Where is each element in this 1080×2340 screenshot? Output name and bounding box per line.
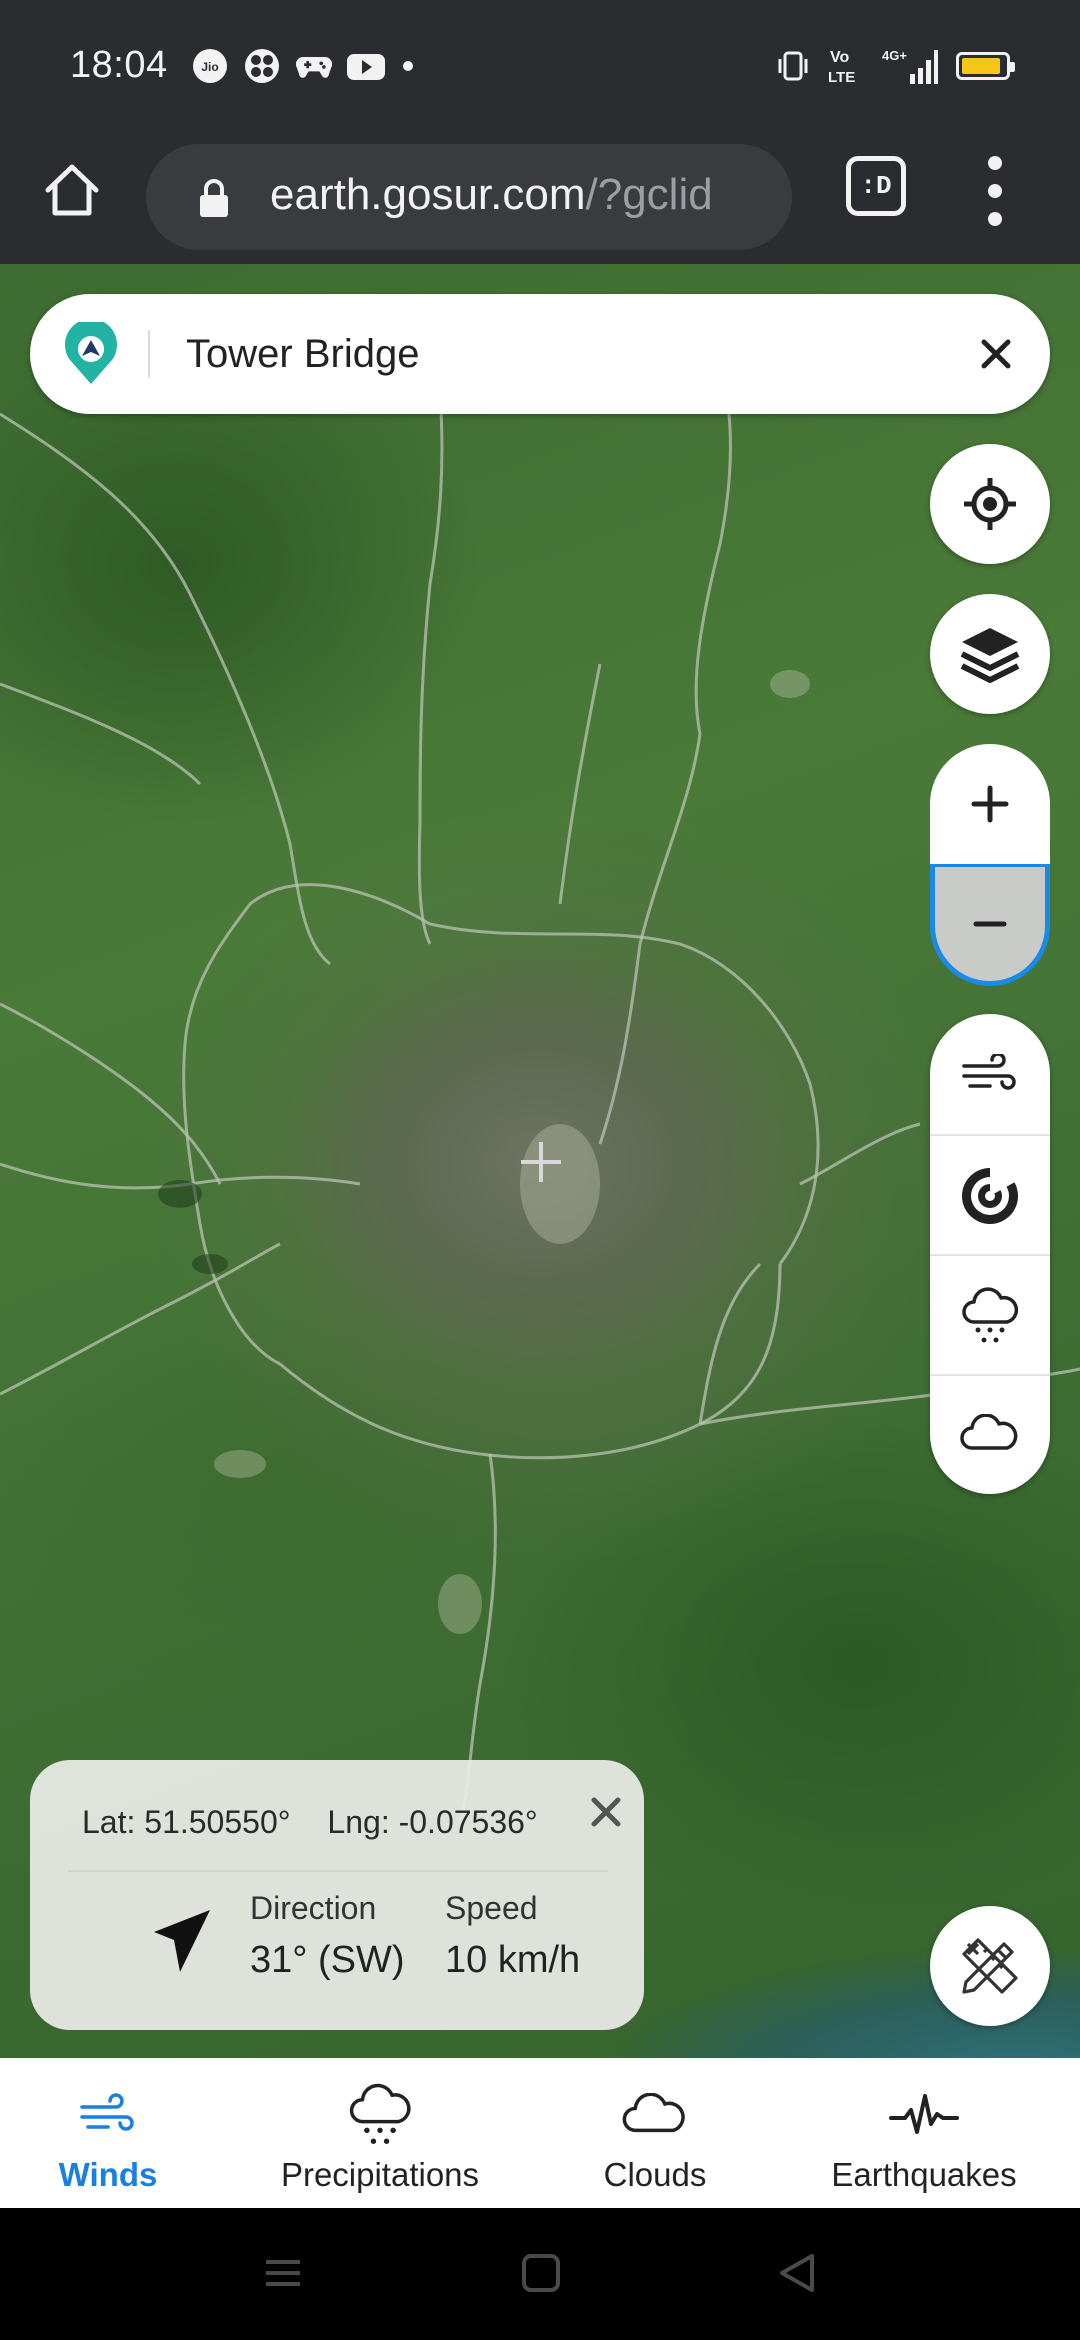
- longitude-text: Lng: -0.07536°: [327, 1804, 538, 1840]
- pencil-ruler-icon: [962, 1938, 1018, 1994]
- latitude-text: Lat: 51.50550°: [82, 1804, 291, 1840]
- cloud-icon: [960, 1414, 1018, 1450]
- radar-icon: [962, 1164, 1022, 1224]
- winds-layer-toggle[interactable]: [930, 1014, 1050, 1134]
- jio-icon: Jio: [193, 49, 227, 83]
- close-card-icon[interactable]: [586, 1792, 626, 1832]
- layers-button[interactable]: [930, 594, 1050, 714]
- wind-direction-arrow-icon: [154, 1910, 210, 1972]
- draw-tool-button[interactable]: [930, 1906, 1050, 2026]
- search-input[interactable]: [186, 324, 946, 384]
- dot-icon: [403, 61, 413, 71]
- bottom-navigation: Winds Precipitations Clouds Earthquakes: [0, 2058, 1080, 2208]
- seismograph-icon: [889, 2094, 959, 2134]
- status-time: 18:04: [70, 44, 168, 86]
- zoom-in-button[interactable]: [930, 744, 1050, 864]
- wind-icon: [80, 2093, 134, 2131]
- direction-label: Direction: [250, 1890, 377, 1926]
- nav-winds-label: Winds: [58, 2156, 158, 2193]
- system-navigation-bar: [0, 2208, 1080, 2340]
- location-search-bar: [30, 294, 1050, 414]
- signal-4g-icon: 4G+: [882, 48, 938, 84]
- clouds-layer-toggle[interactable]: [930, 1374, 1050, 1494]
- my-location-button[interactable]: [930, 444, 1050, 564]
- nav-earthquakes-label: Earthquakes: [831, 2156, 1017, 2193]
- nav-clouds-label: Clouds: [603, 2156, 707, 2193]
- clear-search-icon[interactable]: [972, 330, 1020, 378]
- url-text: earth.gosur.com/?gclid: [270, 170, 770, 220]
- vibrate-icon: [778, 51, 808, 81]
- speed-label: Speed: [445, 1890, 538, 1926]
- rain-cloud-icon: [962, 1287, 1019, 1343]
- svg-text:Jio: Jio: [201, 60, 218, 74]
- app-root: 18:04 Jio Vo LTE 4G+ earth.gosur.com/?gcl…: [0, 0, 1080, 2340]
- nav-winds[interactable]: Winds: [38, 2058, 178, 2208]
- url-path: /?gclid: [585, 170, 713, 219]
- home-square-icon[interactable]: [520, 2252, 562, 2294]
- status-indicators: Vo LTE 4G+: [776, 44, 1015, 88]
- map-center-crosshair: [521, 1142, 561, 1182]
- gamepad-icon: [296, 56, 332, 78]
- recents-menu-icon[interactable]: [262, 2252, 304, 2294]
- youtube-icon: [347, 54, 385, 80]
- layers-icon: [960, 628, 1020, 683]
- weather-layer-toggles: [930, 1014, 1050, 1494]
- home-icon[interactable]: [40, 158, 104, 222]
- direction-value: 31° (SW): [250, 1939, 405, 1981]
- cloud-icon: [622, 2093, 685, 2133]
- battery-icon: [956, 52, 1015, 80]
- minus-icon: [973, 921, 1007, 927]
- svg-text:4G+: 4G+: [882, 48, 907, 63]
- nav-clouds[interactable]: Clouds: [590, 2058, 720, 2208]
- zoom-controls: [930, 744, 1050, 986]
- lock-icon: [200, 179, 228, 217]
- address-bar[interactable]: earth.gosur.com/?gclid: [146, 144, 792, 250]
- card-divider: [68, 1870, 608, 1872]
- browser-menu-button[interactable]: [970, 156, 1020, 226]
- speed-value: 10 km/h: [445, 1939, 581, 1981]
- direction-block: Direction 31° (SW): [250, 1890, 405, 1982]
- nav-precipitations-label: Precipitations: [280, 2156, 480, 2193]
- svg-text:LTE: LTE: [828, 69, 855, 86]
- rain-cloud-icon: [349, 2083, 411, 2144]
- wind-info-card: Lat: 51.50550° Lng: -0.07536° Direction …: [30, 1760, 644, 2030]
- back-triangle-icon[interactable]: [776, 2252, 818, 2294]
- plus-icon: [971, 785, 1009, 823]
- svg-text:Vo: Vo: [830, 49, 849, 66]
- radar-layer-toggle[interactable]: [930, 1136, 1050, 1256]
- nav-precipitations[interactable]: Precipitations: [264, 2058, 496, 2208]
- coordinates-readout: Lat: 51.50550° Lng: -0.07536°: [82, 1804, 566, 1841]
- tab-switcher-button[interactable]: :D: [846, 156, 906, 216]
- precipitation-layer-toggle[interactable]: [930, 1256, 1050, 1376]
- flower-icon: [245, 49, 279, 83]
- search-divider: [148, 330, 150, 378]
- speed-block: Speed 10 km/h: [445, 1890, 580, 1982]
- browser-toolbar: earth.gosur.com/?gclid :D: [0, 132, 1080, 264]
- url-host: earth.gosur.com: [270, 170, 586, 219]
- volte-icon: Vo LTE: [828, 49, 855, 86]
- zoom-out-button[interactable]: [930, 864, 1050, 986]
- crosshair-target-icon: [964, 478, 1016, 530]
- gosur-logo-icon: [65, 322, 117, 384]
- winds-icon: [962, 1054, 1016, 1090]
- nav-earthquakes[interactable]: Earthquakes: [824, 2058, 1024, 2208]
- status-bar: 18:04 Jio Vo LTE 4G+: [0, 0, 1080, 132]
